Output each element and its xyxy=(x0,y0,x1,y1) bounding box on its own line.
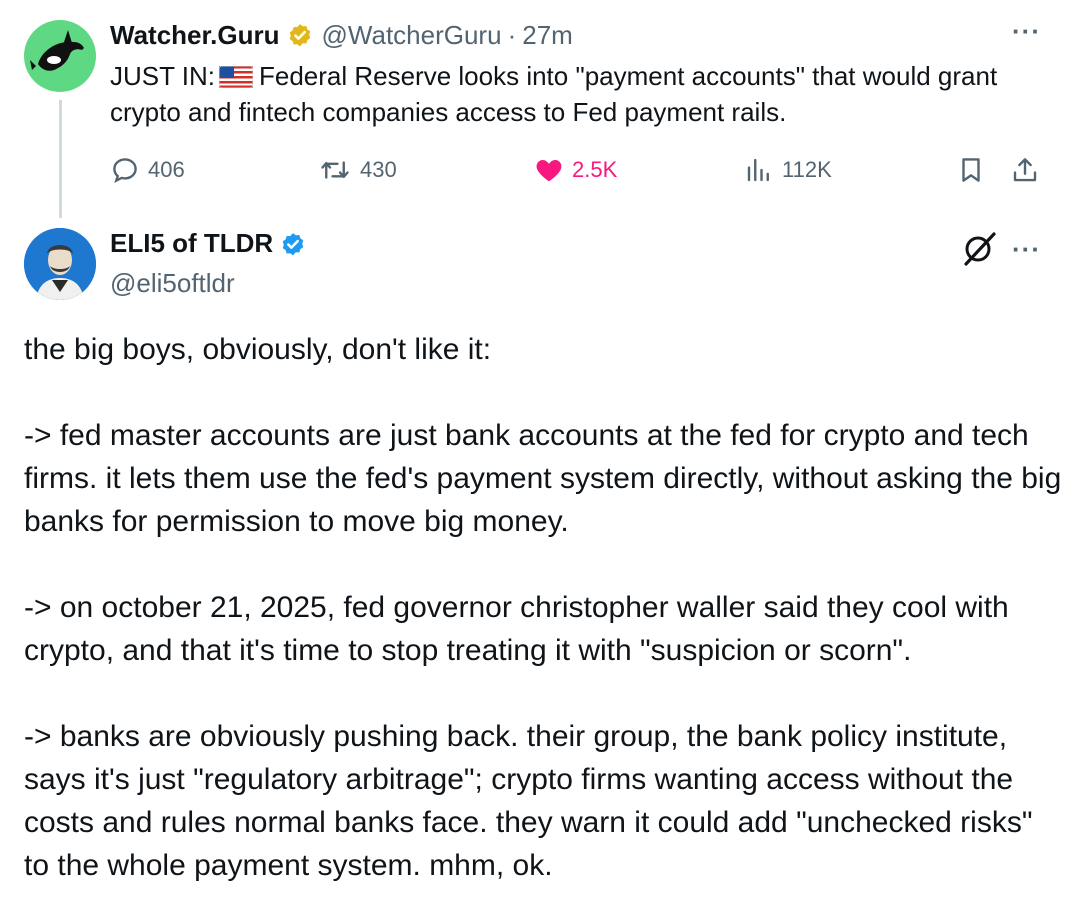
reply-icon xyxy=(113,158,137,183)
like-count: 2.5K xyxy=(572,157,618,182)
heart-filled-icon xyxy=(536,160,562,182)
grok-icon[interactable] xyxy=(960,228,1000,273)
author-handle[interactable]: @WatcherGuru xyxy=(322,20,502,51)
post-timestamp[interactable]: 27m xyxy=(522,20,573,51)
parent-tweet-text: JUST IN: Federal Reserve looks into "pay… xyxy=(110,58,1060,130)
orca-logo-icon xyxy=(30,30,84,71)
reply-tweet-text: the big boys, obviously, don't like it: … xyxy=(24,328,1064,887)
reply-more-options-icon[interactable]: ··· xyxy=(1012,234,1041,265)
more-options-icon[interactable]: ··· xyxy=(1012,16,1041,47)
reply-count: 406 xyxy=(148,157,185,182)
illustrated-portrait-avatar-icon xyxy=(24,228,96,300)
reply-paragraph: -> banks are obviously pushing back. the… xyxy=(24,720,1033,882)
share-button[interactable] xyxy=(1010,150,1048,190)
thread-connector-line xyxy=(59,100,62,218)
reply-author-name-row: ELI5 of TLDR xyxy=(110,228,315,259)
action-bar: 406 430 2.5K 112K xyxy=(110,150,1050,190)
reply-author-handle[interactable]: @eli5oftldr xyxy=(110,268,235,299)
views-button[interactable]: 112K xyxy=(744,150,832,190)
repost-count: 430 xyxy=(360,157,397,182)
reply-author-name[interactable]: ELI5 of TLDR xyxy=(110,228,273,259)
reply-paragraph: -> on october 21, 2025, fed governor chr… xyxy=(24,591,1009,667)
separator-dot: · xyxy=(507,19,517,50)
verified-gold-badge-icon xyxy=(286,21,314,49)
watcher-guru-avatar[interactable] xyxy=(24,20,96,92)
share-icon xyxy=(1013,158,1037,182)
reply-paragraph: the big boys, obviously, don't like it: xyxy=(24,333,492,366)
eli5-avatar[interactable] xyxy=(24,228,96,300)
author-name[interactable]: Watcher.Guru xyxy=(110,20,280,51)
parent-tweet-header: Watcher.Guru @WatcherGuru · 27m xyxy=(110,18,573,52)
reply-paragraph: -> fed master accounts are just bank acc… xyxy=(24,419,1062,538)
parent-tweet[interactable]: Watcher.Guru @WatcherGuru · 27m ··· JUST… xyxy=(0,0,1084,218)
reply-button[interactable]: 406 xyxy=(110,150,185,190)
view-count: 112K xyxy=(782,157,832,182)
verified-blue-badge-icon xyxy=(279,230,307,258)
analytics-icon xyxy=(747,158,769,182)
us-flag-icon xyxy=(218,61,254,89)
repost-icon xyxy=(321,161,349,179)
text-prefix: JUST IN: xyxy=(110,61,215,91)
bookmark-button[interactable] xyxy=(956,150,994,190)
like-button[interactable]: 2.5K xyxy=(534,150,617,190)
repost-button[interactable]: 430 xyxy=(318,150,397,190)
bookmark-icon xyxy=(962,158,980,182)
